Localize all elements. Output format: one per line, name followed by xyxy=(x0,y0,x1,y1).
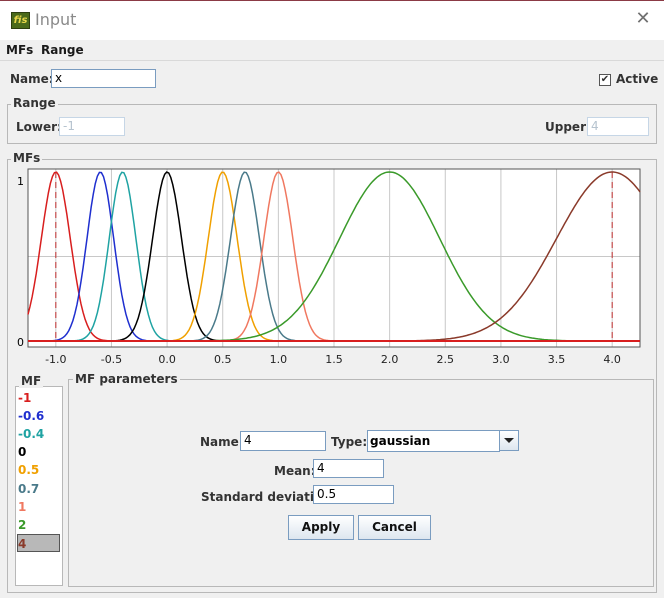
mf-type-value: gaussian xyxy=(370,434,431,448)
x-tick-label: -0.5 xyxy=(100,353,123,366)
mf-list-item[interactable]: -1 xyxy=(18,389,31,407)
mf-list-item[interactable]: 0.5 xyxy=(18,461,39,479)
mf-parameters-group xyxy=(68,379,654,587)
chevron-down-icon xyxy=(504,438,514,443)
mf-type-label: Type: xyxy=(331,435,368,449)
x-tick-label: 1.0 xyxy=(269,353,288,366)
mf-list-title: MF xyxy=(19,374,44,388)
mf-name-input[interactable]: 4 xyxy=(240,431,326,451)
mf-list-item[interactable]: 0.7 xyxy=(18,480,39,498)
mf-list-item[interactable]: 1 xyxy=(18,498,26,516)
x-tick-label: 4.0 xyxy=(603,353,621,366)
x-tick-label: 0.5 xyxy=(213,353,232,366)
mf-list-item[interactable]: -0.6 xyxy=(18,407,44,425)
cancel-button[interactable]: Cancel xyxy=(358,515,431,540)
y-tick-label-1: 1 xyxy=(17,175,24,188)
x-tick-label: 3.0 xyxy=(492,353,510,366)
mf-list-item[interactable]: 0 xyxy=(18,443,26,461)
apply-button[interactable]: Apply xyxy=(288,515,354,540)
mf-list-item[interactable]: 4 xyxy=(17,533,60,552)
x-tick-label: 0.0 xyxy=(158,353,176,366)
mean-input[interactable]: 4 xyxy=(313,459,384,478)
x-tick-label: -1.0 xyxy=(45,353,67,366)
mf-list-item[interactable]: -0.4 xyxy=(18,425,44,443)
mean-label: Mean: xyxy=(274,464,316,478)
mf-list-item[interactable]: 2 xyxy=(18,516,26,534)
mf-name-label: Name: xyxy=(200,435,244,449)
y-tick-label-0: 0 xyxy=(17,336,24,349)
mf-parameters-title: MF parameters xyxy=(73,372,180,386)
x-tick-label: 2.0 xyxy=(380,353,399,366)
x-tick-label: 1.5 xyxy=(325,353,343,366)
x-tick-label: 3.5 xyxy=(547,353,566,366)
x-tick-label: 2.5 xyxy=(436,353,455,366)
std-dev-input[interactable]: 0.5 xyxy=(313,485,394,504)
mf-type-dropdown-button[interactable] xyxy=(499,430,519,451)
